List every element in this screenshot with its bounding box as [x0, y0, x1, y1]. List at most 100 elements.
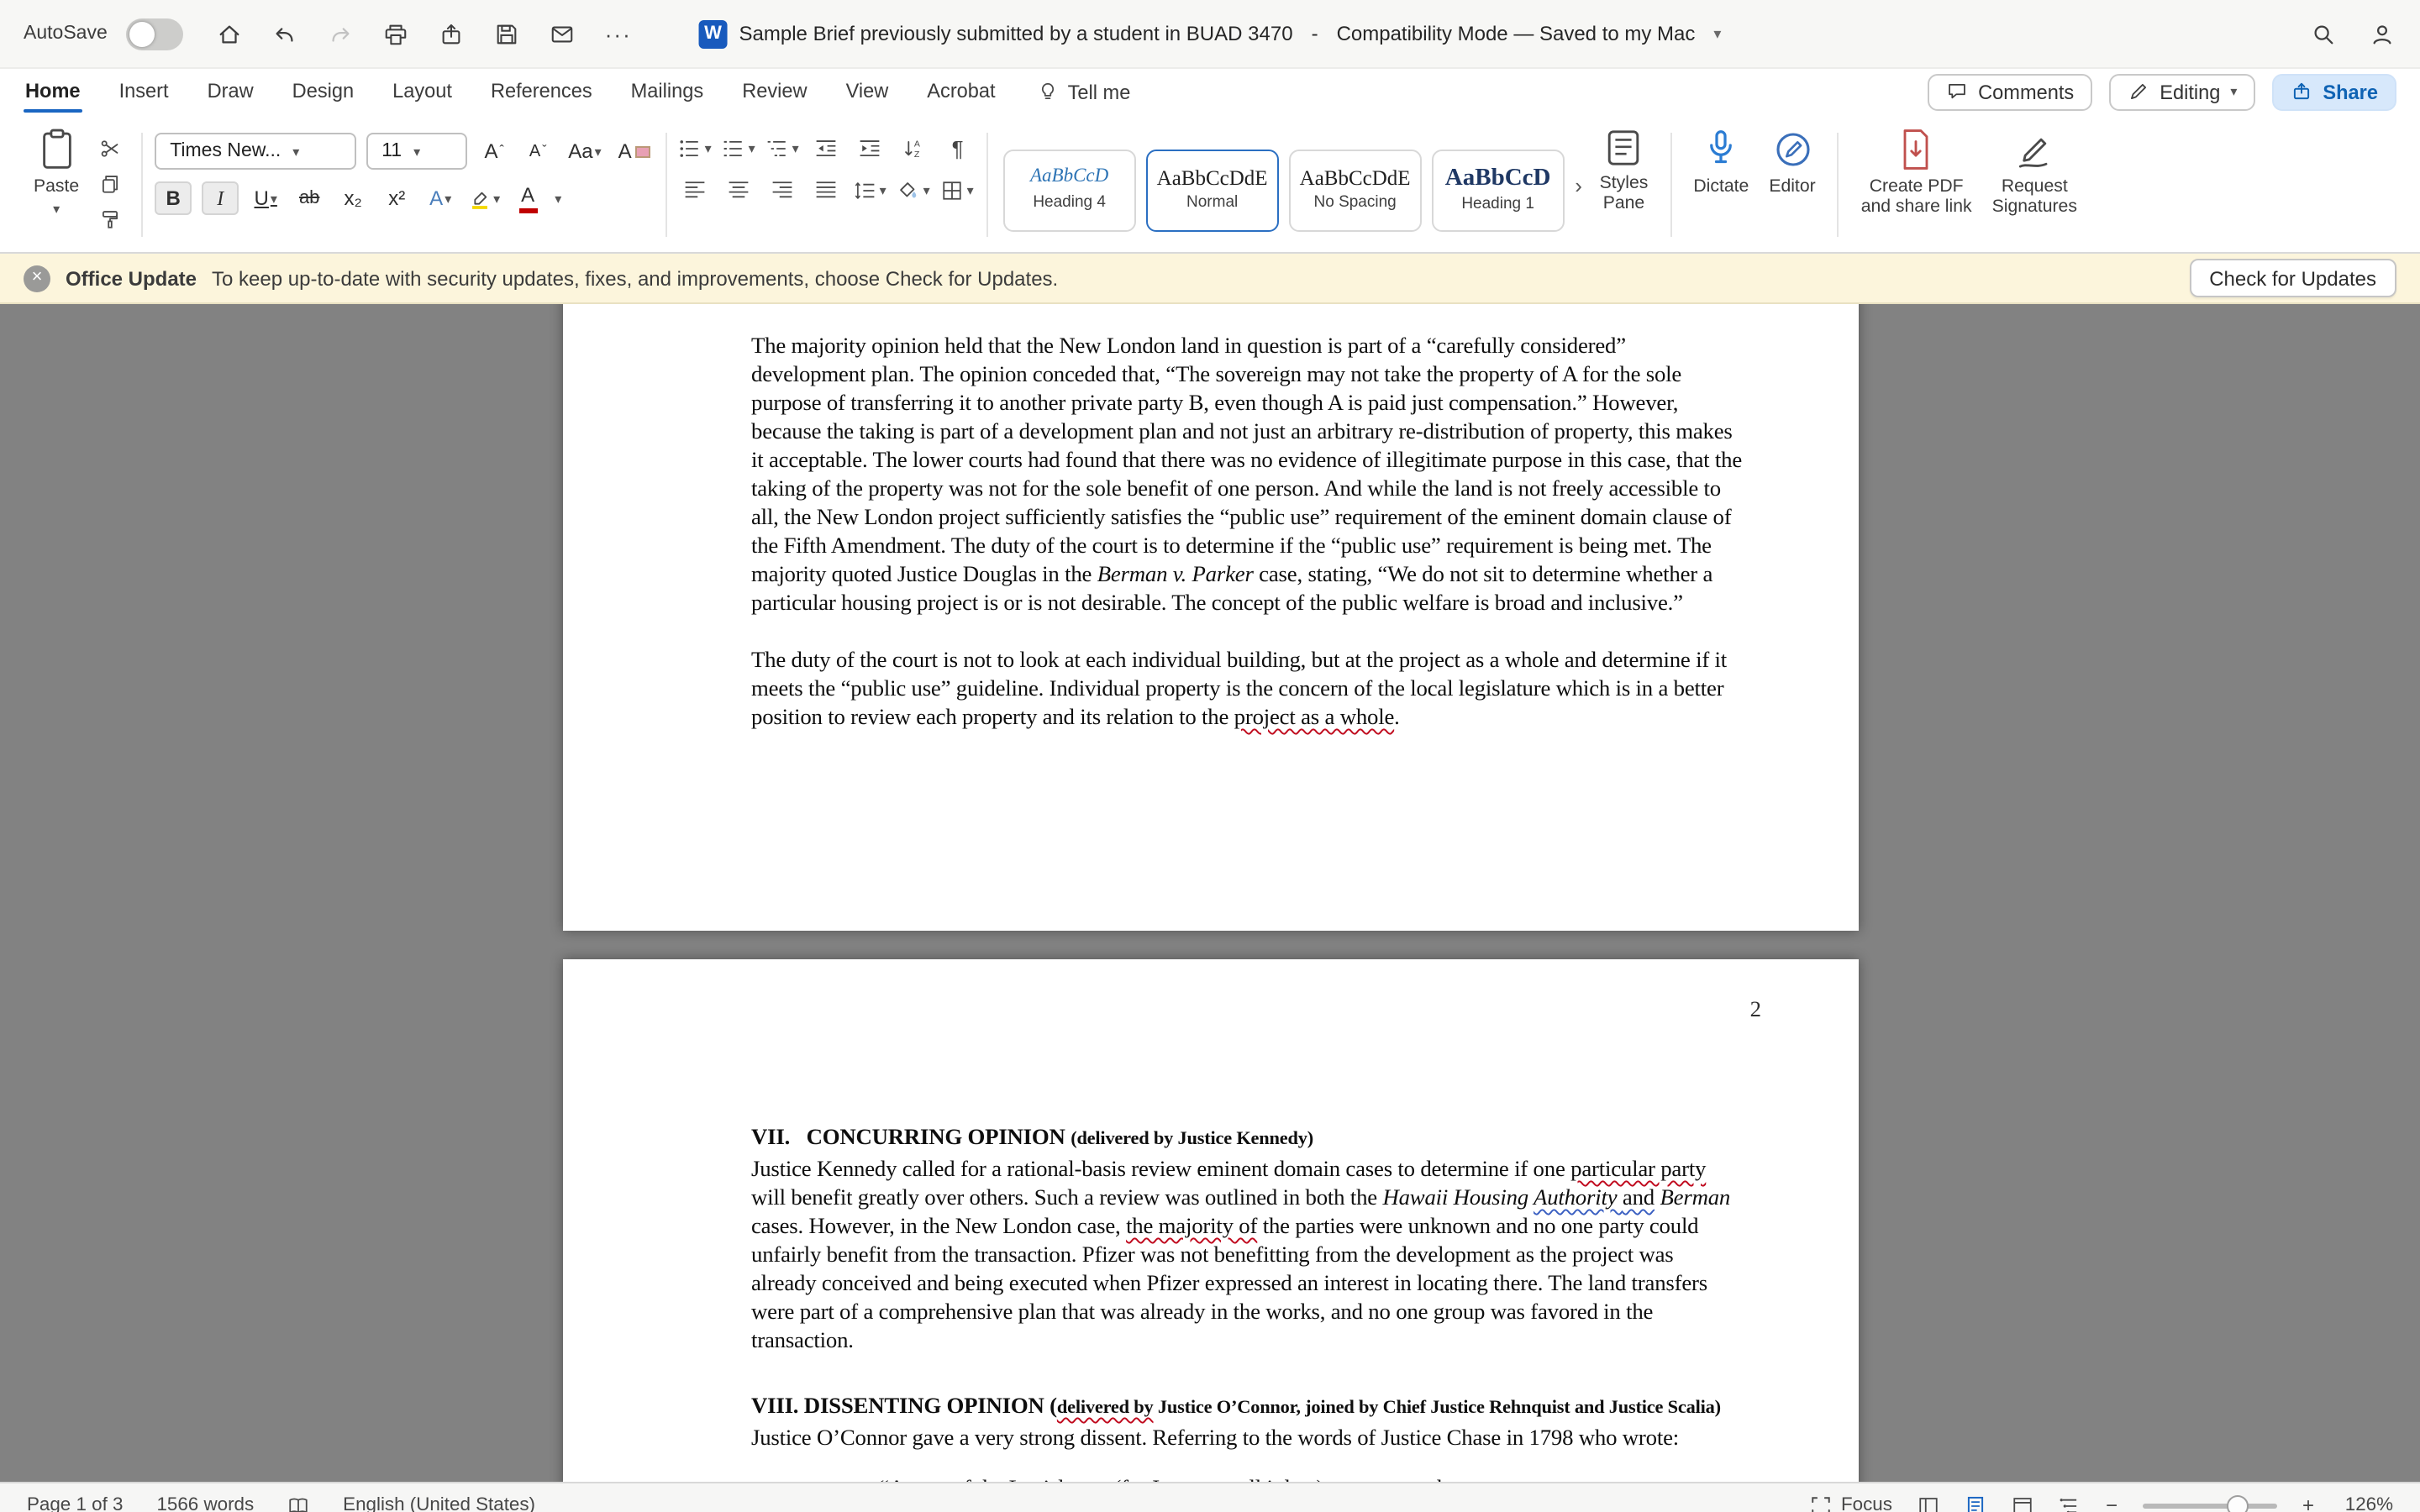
home-icon[interactable]	[215, 18, 245, 49]
paste-caret-icon: ▾	[53, 202, 60, 217]
text-effects-button[interactable]: A▾	[424, 183, 457, 213]
grow-font-button[interactable]: Aˆ	[477, 136, 511, 166]
zoom-out-button[interactable]: −	[2106, 1494, 2118, 1512]
font-color-button[interactable]: A	[511, 183, 544, 213]
undo-icon[interactable]	[271, 18, 301, 49]
tab-home[interactable]: Home	[24, 71, 82, 113]
word-count[interactable]: 1566 words	[156, 1495, 254, 1512]
decrease-indent-button[interactable]	[810, 133, 844, 163]
document-canvas[interactable]: The majority opinion held that the New L…	[0, 304, 2420, 1482]
comments-button[interactable]: Comments	[1928, 73, 2092, 110]
zoom-in-button[interactable]: +	[2302, 1494, 2314, 1512]
multilevel-list-button[interactable]: ▾	[766, 133, 800, 163]
tab-insert[interactable]: Insert	[118, 71, 171, 113]
change-case-button[interactable]: Aa▾	[565, 136, 604, 166]
tab-mailings[interactable]: Mailings	[629, 71, 706, 113]
cut-icon[interactable]	[94, 133, 124, 163]
tab-view[interactable]: View	[844, 71, 891, 113]
mail-icon[interactable]	[548, 18, 578, 49]
account-icon[interactable]	[2366, 18, 2396, 49]
view-read-mode-icon[interactable]	[1918, 1494, 1939, 1512]
view-web-layout-icon[interactable]	[2012, 1494, 2033, 1512]
highlight-button[interactable]: ▾	[467, 183, 501, 213]
autosave-label: AutoSave	[24, 24, 108, 44]
subscript-button[interactable]: x₂	[336, 183, 370, 213]
close-banner-icon[interactable]: ×	[24, 265, 50, 291]
page-indicator[interactable]: Page 1 of 3	[27, 1495, 123, 1512]
styles-gallery-more-icon[interactable]: ›	[1568, 172, 1590, 197]
tab-draw[interactable]: Draw	[206, 71, 255, 113]
bullets-button[interactable]: ▾	[679, 133, 713, 163]
dictate-button[interactable]: Dictate	[1683, 121, 1759, 249]
borders-button[interactable]: ▾	[941, 175, 975, 205]
share-sheet-icon[interactable]	[437, 18, 467, 49]
font-name-value: Times New...	[170, 141, 281, 161]
italic-button[interactable]: I	[202, 181, 239, 215]
proofing-status-icon[interactable]	[287, 1494, 309, 1512]
justify-button[interactable]	[810, 175, 844, 205]
tab-review[interactable]: Review	[740, 71, 808, 113]
font-size-select[interactable]: 11 ▾	[366, 133, 467, 170]
paragraph: VIII. DISSENTING OPINION (delivered by J…	[751, 1391, 1743, 1423]
style-heading-1[interactable]: AaBbCcDHeading 1	[1432, 149, 1565, 231]
focus-mode-button[interactable]: Focus	[1809, 1494, 1892, 1512]
document-page-2[interactable]: 2 VII. CONCURRING OPINION (delivered by …	[563, 959, 1859, 1482]
view-outline-icon[interactable]	[2059, 1494, 2081, 1512]
redo-icon[interactable]	[326, 18, 356, 49]
style-normal[interactable]: AaBbCcDdENormal	[1146, 149, 1279, 231]
zoom-slider-thumb[interactable]	[2226, 1495, 2248, 1512]
editing-mode-button[interactable]: Editing ▾	[2109, 73, 2255, 110]
sort-button[interactable]: AZ	[897, 133, 931, 163]
ribbon-tab-row: Home Insert Draw Design Layout References Mail…	[0, 69, 2420, 114]
paste-button[interactable]: Paste ▾	[24, 121, 89, 249]
document-title-area[interactable]: W Sample Brief previously submitted by a…	[699, 0, 1722, 67]
shading-button[interactable]: ▾	[897, 175, 931, 205]
shrink-font-button[interactable]: Aˇ	[521, 136, 555, 166]
request-signatures-button[interactable]: RequestSignatures	[1982, 121, 2087, 249]
autosave-toggle[interactable]	[126, 18, 183, 50]
check-for-updates-button[interactable]: Check for Updates	[2189, 259, 2396, 297]
editor-button[interactable]: Editor	[1759, 121, 1825, 249]
format-painter-icon[interactable]	[94, 203, 124, 234]
tab-design[interactable]: Design	[291, 71, 355, 113]
print-icon[interactable]	[381, 18, 412, 49]
paragraph: VII. CONCURRING OPINION (delivered by Ju…	[751, 1122, 1743, 1154]
create-pdf-button[interactable]: Create PDFand share link	[1851, 121, 1982, 249]
zoom-level[interactable]: 126%	[2339, 1495, 2393, 1512]
underline-button[interactable]: U▾	[249, 183, 282, 213]
tab-layout[interactable]: Layout	[391, 71, 454, 113]
focus-label: Focus	[1841, 1495, 1892, 1512]
superscript-button[interactable]: x²	[380, 183, 413, 213]
align-center-button[interactable]	[723, 175, 756, 205]
title-chevron-icon[interactable]: ▾	[1713, 24, 1721, 43]
tell-me[interactable]: Tell me	[1038, 80, 1131, 103]
tab-acrobat[interactable]: Acrobat	[925, 71, 997, 113]
request-signatures-label: RequestSignatures	[1992, 176, 2077, 218]
office-update-banner: × Office Update To keep up-to-date with …	[0, 254, 2420, 304]
language-indicator[interactable]: English (United States)	[343, 1495, 535, 1512]
align-left-button[interactable]	[679, 175, 713, 205]
highlighter-icon	[468, 187, 490, 209]
document-page-1[interactable]: The majority opinion held that the New L…	[563, 304, 1859, 931]
copy-icon[interactable]	[94, 168, 124, 198]
style-heading-4[interactable]: AaBbCcDHeading 4	[1003, 149, 1136, 231]
save-icon[interactable]	[492, 18, 523, 49]
style-sample: AaBbCcD	[1445, 166, 1551, 191]
bold-button[interactable]: B	[155, 181, 192, 215]
styles-pane-button[interactable]: Styles Pane	[1590, 121, 1659, 249]
font-name-select[interactable]: Times New... ▾	[155, 133, 356, 170]
more-commands-icon[interactable]: ···	[603, 18, 634, 49]
search-icon[interactable]	[2307, 18, 2338, 49]
style-no-spacing[interactable]: AaBbCcDdENo Spacing	[1289, 149, 1422, 231]
strikethrough-button[interactable]: ab	[292, 183, 326, 213]
share-button[interactable]: Share	[2272, 73, 2396, 110]
view-print-layout-icon[interactable]	[1965, 1494, 1986, 1512]
show-paragraph-marks-button[interactable]: ¶	[941, 133, 975, 163]
increase-indent-button[interactable]	[854, 133, 887, 163]
numbering-button[interactable]: ▾	[723, 133, 756, 163]
tab-references[interactable]: References	[489, 71, 594, 113]
zoom-slider[interactable]	[2143, 1503, 2277, 1508]
clear-formatting-button[interactable]: A	[615, 136, 654, 166]
align-right-button[interactable]	[766, 175, 800, 205]
line-spacing-button[interactable]: ▾	[854, 175, 887, 205]
